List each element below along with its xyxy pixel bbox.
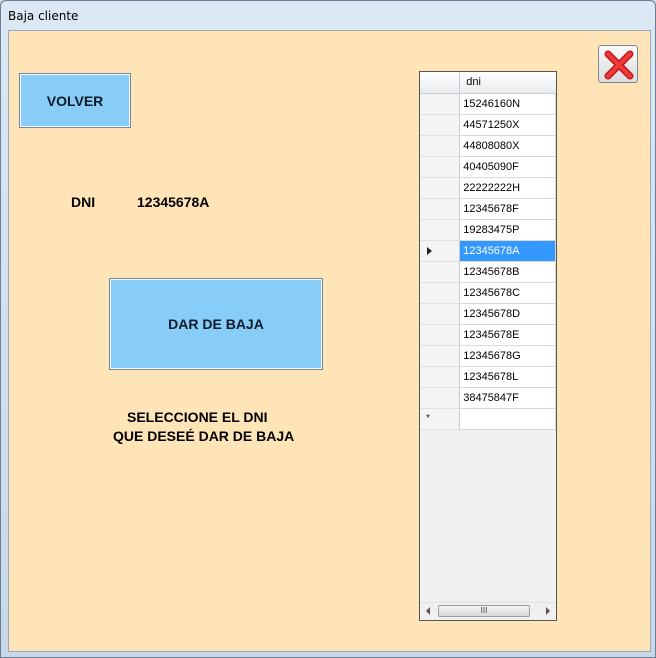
row-header[interactable] (420, 366, 461, 388)
table-row[interactable]: 22222222H (420, 177, 556, 199)
dni-cell[interactable]: 15246160N (459, 93, 556, 115)
close-x-icon (604, 50, 634, 80)
dni-cell[interactable]: 12345678B (459, 261, 556, 283)
table-row[interactable]: 12345678B (420, 261, 556, 283)
scrollbar-thumb[interactable]: III (438, 605, 530, 617)
row-header[interactable]: * (420, 408, 461, 430)
scroll-right-arrow-icon[interactable] (546, 607, 550, 615)
dni-cell[interactable]: 44571250X (459, 114, 556, 136)
dni-cell[interactable]: 12345678F (459, 198, 556, 220)
instruction-line-1: SELECCIONE EL DNI (127, 409, 268, 425)
form-client-area: VOLVER DNI 12345678A DAR DE BAJA SELECCI… (8, 30, 651, 652)
new-row-marker-icon: * (426, 412, 430, 424)
dni-label: DNI (71, 194, 96, 210)
new-row[interactable]: * (420, 408, 556, 430)
dni-cell[interactable]: 12345678G (459, 345, 556, 367)
row-header[interactable] (420, 387, 461, 409)
dni-cell[interactable]: 44808080X (459, 135, 556, 157)
row-header[interactable] (420, 261, 461, 283)
table-row[interactable]: 15246160N (420, 93, 556, 115)
row-header[interactable] (420, 345, 461, 367)
table-row[interactable]: 38475847F (420, 387, 556, 409)
row-header[interactable] (420, 177, 461, 199)
app-window: Baja cliente VOLVER DNI 12345678A DAR DE… (0, 0, 656, 658)
column-header-dni[interactable]: dni (459, 72, 556, 94)
dni-cell[interactable]: 22222222H (459, 177, 556, 199)
table-row[interactable]: 19283475P (420, 219, 556, 241)
close-button[interactable] (598, 45, 638, 83)
dni-cell[interactable]: 12345678E (459, 324, 556, 346)
table-row[interactable]: 12345678D (420, 303, 556, 325)
table-row[interactable]: 12345678L (420, 366, 556, 388)
table-row[interactable]: 12345678A (420, 240, 556, 262)
row-header[interactable] (420, 198, 461, 220)
row-header[interactable] (420, 156, 461, 178)
row-header[interactable] (420, 240, 461, 262)
volver-button[interactable]: VOLVER (19, 73, 131, 128)
current-row-arrow-icon (427, 246, 432, 255)
dni-cell[interactable]: 38475847F (459, 387, 556, 409)
table-row[interactable]: 44571250X (420, 114, 556, 136)
row-header[interactable] (420, 303, 461, 325)
table-row[interactable]: 44808080X (420, 135, 556, 157)
dni-cell[interactable]: 19283475P (459, 219, 556, 241)
table-row[interactable]: 12345678E (420, 324, 556, 346)
row-header[interactable] (420, 282, 461, 304)
table-row[interactable]: 12345678G (420, 345, 556, 367)
instruction-line-2: QUE DESEÉ DAR DE BAJA (113, 428, 295, 444)
table-row[interactable]: 12345678C (420, 282, 556, 304)
title-bar[interactable]: Baja cliente (1, 1, 655, 31)
new-row-cell[interactable] (459, 408, 556, 430)
row-header[interactable] (420, 93, 461, 115)
row-header[interactable] (420, 219, 461, 241)
row-header[interactable] (420, 135, 461, 157)
dni-cell[interactable]: 12345678C (459, 282, 556, 304)
dni-cell[interactable]: 12345678D (459, 303, 556, 325)
table-row[interactable]: 40405090F (420, 156, 556, 178)
dni-cell[interactable]: 12345678A (459, 240, 556, 262)
grid-corner-header[interactable] (420, 72, 461, 94)
row-header[interactable] (420, 324, 461, 346)
dni-cell[interactable]: 12345678L (459, 366, 556, 388)
instruction-text: SELECCIONE EL DNI QUE DESEÉ DAR DE BAJA (109, 408, 329, 446)
dni-value: 12345678A (137, 194, 210, 210)
window-title: Baja cliente (8, 9, 79, 23)
scroll-left-arrow-icon[interactable] (426, 607, 430, 615)
dar-de-baja-button[interactable]: DAR DE BAJA (109, 278, 323, 370)
row-header[interactable] (420, 114, 461, 136)
horizontal-scrollbar[interactable]: III (420, 602, 556, 620)
dni-cell[interactable]: 40405090F (459, 156, 556, 178)
dni-data-grid[interactable]: dni 15246160N 44571250X 44808080X 40405090F… (419, 71, 557, 621)
dni-table: dni 15246160N 44571250X 44808080X 40405090F… (420, 72, 556, 430)
table-row[interactable]: 12345678F (420, 198, 556, 220)
